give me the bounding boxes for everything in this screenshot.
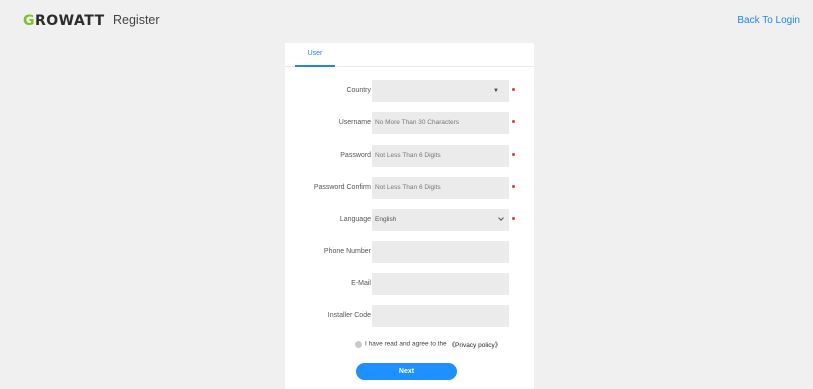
caret-down-icon: ▼	[493, 88, 499, 94]
country-label: Country	[346, 87, 371, 94]
agree-text: I have read and agree to the	[365, 340, 447, 348]
username-label: Username	[338, 119, 371, 126]
tab-bar: User	[285, 43, 534, 67]
required-marker	[512, 217, 515, 220]
password-row: Password	[285, 145, 534, 167]
country-select[interactable]: ▼	[372, 80, 509, 102]
top-bar: GROWATT Register Back To Login	[0, 0, 813, 40]
growatt-logo: GROWATT	[23, 13, 105, 29]
phone-label: Phone Number	[323, 248, 371, 255]
password-input[interactable]	[372, 145, 509, 167]
phone-input[interactable]	[372, 241, 509, 263]
email-row: E-Mail	[285, 273, 534, 295]
agree-checkbox[interactable]	[355, 340, 362, 348]
required-marker	[512, 153, 515, 156]
language-select[interactable]: English	[372, 209, 509, 231]
password-confirm-label: Password Confirm	[313, 184, 371, 191]
agree-checkbox-row[interactable]: I have read and agree to the 《Privacy po…	[355, 339, 501, 349]
logo-letter-g: G	[23, 13, 35, 29]
password-confirm-input[interactable]	[372, 177, 509, 199]
privacy-policy-link[interactable]: 《Privacy policy》	[449, 342, 502, 349]
chevron-down-icon	[498, 215, 504, 221]
password-label: Password	[340, 152, 371, 159]
required-marker	[512, 185, 515, 188]
logo-text: ROWATT	[35, 13, 105, 29]
installer-code-label: Installer Code	[327, 312, 371, 319]
email-input[interactable]	[372, 273, 509, 295]
language-row: Language English	[285, 209, 534, 231]
country-row: Country ▼	[285, 80, 534, 102]
language-label: Language	[339, 216, 371, 223]
language-value: English	[375, 216, 397, 223]
username-row: Username	[285, 112, 534, 134]
installer-code-row: Installer Code	[285, 305, 534, 327]
required-marker	[512, 88, 515, 91]
required-marker	[512, 120, 515, 123]
installer-code-input[interactable]	[372, 305, 509, 327]
username-input[interactable]	[372, 112, 509, 134]
email-label: E-Mail	[351, 280, 371, 287]
next-button[interactable]: Next	[356, 363, 457, 380]
back-to-login-link[interactable]: Back To Login	[737, 15, 800, 26]
tab-user[interactable]: User	[295, 43, 335, 67]
password-confirm-row: Password Confirm	[285, 177, 534, 199]
page-title: Register	[113, 13, 160, 27]
phone-row: Phone Number	[285, 241, 534, 263]
register-card: User Country ▼ Username Password Passwor…	[285, 43, 534, 389]
